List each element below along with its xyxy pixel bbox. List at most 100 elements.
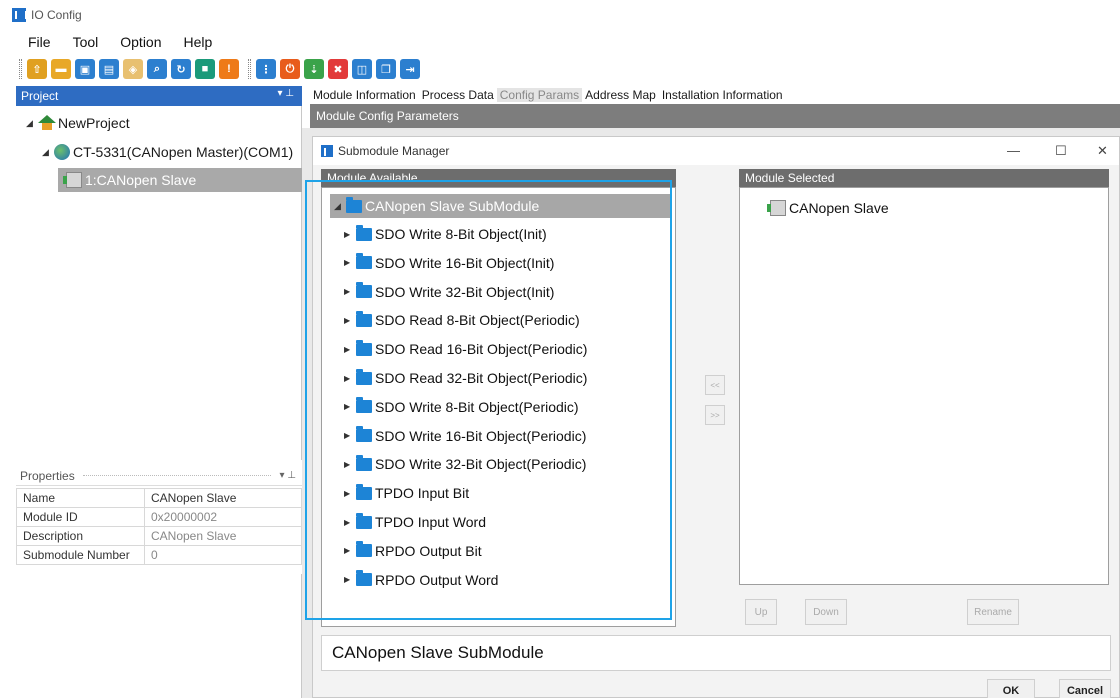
remove-module-button[interactable]: >>	[705, 405, 725, 425]
module-tabs: Module Information Process Data Config P…	[310, 86, 786, 104]
copy-icon[interactable]: ❐	[376, 59, 396, 79]
expand-triangle-icon[interactable]: ◢	[334, 201, 346, 212]
property-value[interactable]: 0	[144, 545, 302, 565]
expand-triangle-icon[interactable]: ▶	[344, 402, 356, 411]
menu-option[interactable]: Option	[120, 34, 161, 50]
property-value[interactable]: 0x20000002	[144, 507, 302, 527]
module-available-item-label: SDO Write 32-Bit Object(Periodic)	[375, 456, 587, 473]
tree-node-label: 1:CANopen Slave	[85, 172, 197, 188]
module-available-item[interactable]: ▶ RPDO Output Bit	[344, 539, 482, 563]
properties-empty-area	[16, 574, 302, 698]
submodule-manager-dialog: Submodule Manager — ☐ ✕ Module Available…	[312, 136, 1120, 698]
selected-item[interactable]: CANopen Slave	[767, 196, 889, 220]
folder-icon	[356, 512, 372, 529]
tree-icon[interactable]: ⋮	[256, 59, 276, 79]
folder-icon	[356, 454, 372, 471]
tree-node-label: CT-5331(CANopen Master)(COM1)	[73, 144, 294, 160]
dialog-app-icon	[321, 145, 336, 157]
expand-triangle-icon[interactable]: ◢	[42, 147, 54, 158]
pin-icon[interactable]: ▾ ⊥	[279, 470, 296, 481]
ok-button[interactable]: OK	[987, 679, 1035, 698]
module-available-item[interactable]: ▶ SDO Write 16-Bit Object(Init)	[344, 251, 554, 275]
tree-node-label: NewProject	[58, 115, 130, 131]
module-available-item[interactable]: ▶ SDO Read 8-Bit Object(Periodic)	[344, 308, 580, 332]
expand-triangle-icon[interactable]: ▶	[344, 460, 356, 469]
expand-triangle-icon[interactable]: ▶	[344, 575, 356, 584]
save-all-icon[interactable]: ▤	[99, 59, 119, 79]
expand-triangle-icon[interactable]: ▶	[344, 489, 356, 498]
tab-config-params[interactable]: Config Params	[496, 88, 583, 102]
package-icon[interactable]: ◈	[123, 59, 143, 79]
power-icon[interactable]: ⏻	[280, 59, 300, 79]
app-icon	[12, 8, 27, 22]
minimize-icon[interactable]: —	[1007, 143, 1020, 158]
delete-icon[interactable]: ✖	[328, 59, 348, 79]
folder-icon[interactable]: ▬	[51, 59, 71, 79]
expand-triangle-icon[interactable]: ▶	[344, 287, 356, 296]
module-available-item[interactable]: ▶ TPDO Input Bit	[344, 481, 469, 505]
property-value[interactable]: CANopen Slave	[144, 526, 302, 546]
folder-icon	[356, 224, 372, 241]
module-available-item[interactable]: ▶ SDO Read 16-Bit Object(Periodic)	[344, 337, 587, 361]
folder-icon	[356, 570, 372, 587]
search-icon[interactable]: ⌕	[147, 59, 167, 79]
master-globe-icon	[54, 144, 70, 160]
maximize-icon[interactable]: ☐	[1055, 143, 1067, 159]
up-button[interactable]: Up	[745, 599, 777, 625]
folder-icon	[356, 253, 372, 270]
save-icon[interactable]: ▣	[75, 59, 95, 79]
module-available-item[interactable]: ▶ TPDO Input Word	[344, 510, 486, 534]
module-available-item[interactable]: ▶ SDO Write 16-Bit Object(Periodic)	[344, 424, 586, 448]
property-row: Submodule Number 0	[16, 545, 302, 565]
tree-node-slave[interactable]: 1:CANopen Slave	[58, 168, 302, 192]
expand-triangle-icon[interactable]: ▶	[344, 230, 356, 239]
menu-file[interactable]: File	[28, 34, 51, 50]
expand-triangle-icon[interactable]: ▶	[344, 345, 356, 354]
menu-bar: File Tool Option Help	[0, 30, 1120, 54]
tab-process-data[interactable]: Process Data	[419, 88, 497, 102]
module-available-item[interactable]: ▶ SDO Write 8-Bit Object(Init)	[344, 222, 547, 246]
open-folder-icon[interactable]: ⇧	[27, 59, 47, 79]
folder-icon	[356, 310, 372, 327]
pin-icon[interactable]: ▾ ⊥	[277, 88, 294, 99]
module-available-item[interactable]: ▶ RPDO Output Word	[344, 568, 498, 592]
tree-node-root[interactable]: ◢ CANopen Slave SubModule	[330, 194, 671, 218]
tab-address-map[interactable]: Address Map	[582, 88, 659, 102]
tab-module-information[interactable]: Module Information	[310, 88, 419, 102]
rename-button[interactable]: Rename	[967, 599, 1019, 625]
expand-triangle-icon[interactable]: ▶	[344, 374, 356, 383]
tree-node-master[interactable]: ◢ CT-5331(CANopen Master)(COM1)	[42, 140, 293, 164]
description-box: CANopen Slave SubModule	[321, 635, 1111, 671]
module-available-item[interactable]: ▶ SDO Read 32-Bit Object(Periodic)	[344, 366, 587, 390]
expand-triangle-icon[interactable]: ▶	[344, 518, 356, 527]
property-value[interactable]: CANopen Slave	[144, 488, 302, 508]
export-icon[interactable]: ⇥	[400, 59, 420, 79]
config-params-header: Module Config Parameters	[310, 104, 1120, 128]
module-available-item[interactable]: ▶ SDO Write 8-Bit Object(Periodic)	[344, 395, 579, 419]
module-selected-header: Module Selected	[739, 169, 1109, 187]
expand-triangle-icon[interactable]: ▶	[344, 546, 356, 555]
property-row: Module ID 0x20000002	[16, 507, 302, 527]
expand-triangle-icon[interactable]: ▶	[344, 316, 356, 325]
tab-installation-information[interactable]: Installation Information	[659, 88, 786, 102]
expand-triangle-icon[interactable]: ▶	[344, 258, 356, 267]
menu-help[interactable]: Help	[184, 34, 213, 50]
add-module-button[interactable]: <<	[705, 375, 725, 395]
download-icon[interactable]: ⇣	[304, 59, 324, 79]
refresh-icon[interactable]: ↻	[171, 59, 191, 79]
stop-icon[interactable]: ■	[195, 59, 215, 79]
warning-icon[interactable]: !	[219, 59, 239, 79]
close-icon[interactable]: ✕	[1097, 143, 1108, 159]
menu-tool[interactable]: Tool	[73, 34, 99, 50]
cancel-button[interactable]: Cancel	[1059, 679, 1111, 698]
down-button[interactable]: Down	[805, 599, 847, 625]
frame-icon[interactable]: ◫	[352, 59, 372, 79]
project-tree: ◢ NewProject ◢ CT-5331(CANopen Master)(C…	[16, 106, 302, 460]
module-available-item[interactable]: ▶ SDO Write 32-Bit Object(Init)	[344, 280, 554, 304]
module-available-item[interactable]: ▶ SDO Write 32-Bit Object(Periodic)	[344, 452, 586, 476]
tree-node-newproject[interactable]: ◢ NewProject	[26, 111, 130, 135]
expand-triangle-icon[interactable]: ▶	[344, 431, 356, 440]
dialog-title: Submodule Manager	[338, 144, 450, 158]
module-available-item-label: RPDO Output Bit	[375, 542, 482, 559]
expand-triangle-icon[interactable]: ◢	[26, 118, 38, 129]
